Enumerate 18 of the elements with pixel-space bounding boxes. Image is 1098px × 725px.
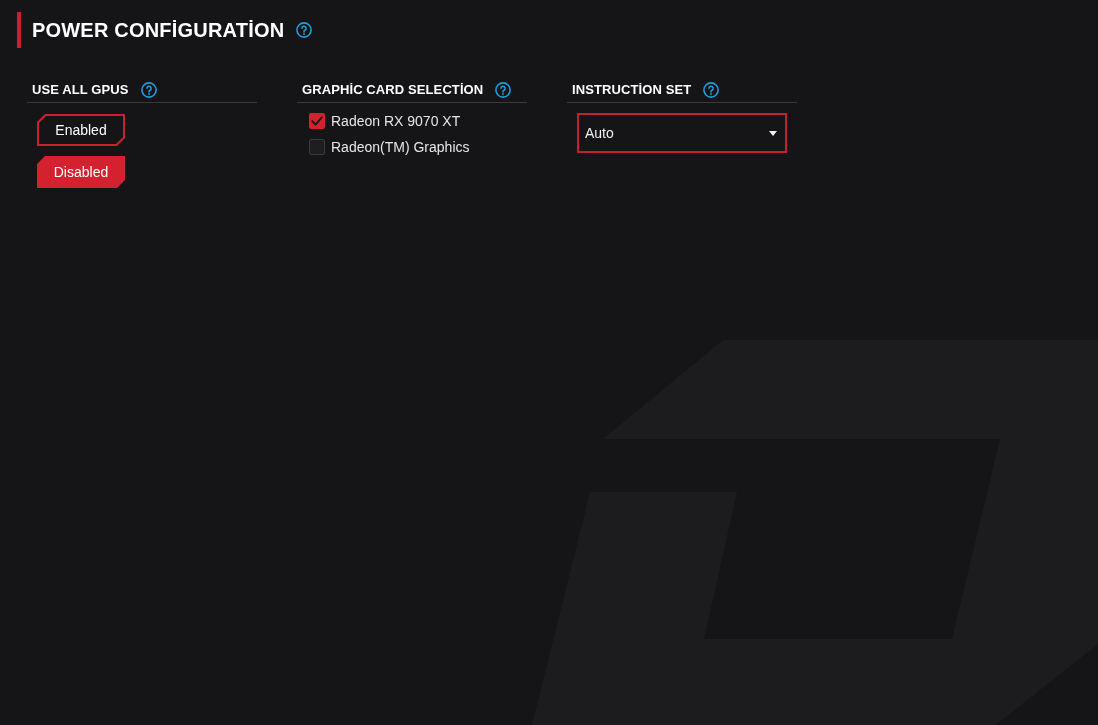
dropdown[interactable]: Auto — [577, 113, 787, 153]
help-icon[interactable] — [140, 82, 157, 98]
checkbox[interactable] — [309, 139, 325, 155]
accent-bar — [17, 12, 21, 48]
section-heading: GRAPHİC CARD SELECTİON — [302, 81, 484, 100]
help-icon[interactable] — [495, 82, 512, 98]
section-heading: INSTRUCTİON SET — [572, 81, 692, 100]
option-button[interactable]: Enabled — [37, 114, 125, 146]
checkbox-label[interactable]: Radeon(TM) Graphics — [331, 136, 470, 158]
section-heading: USE ALL GPUS — [32, 81, 129, 100]
page-title: POWER CONFİGURATİON — [32, 20, 285, 40]
help-icon[interactable] — [296, 22, 313, 38]
checkbox[interactable] — [309, 113, 325, 129]
option-button[interactable]: Disabled — [37, 156, 125, 188]
caret-icon — [769, 130, 777, 136]
help-icon[interactable] — [703, 82, 720, 98]
checkbox-label[interactable]: Radeon RX 9070 XT — [331, 110, 461, 132]
check-icon — [311, 116, 323, 126]
